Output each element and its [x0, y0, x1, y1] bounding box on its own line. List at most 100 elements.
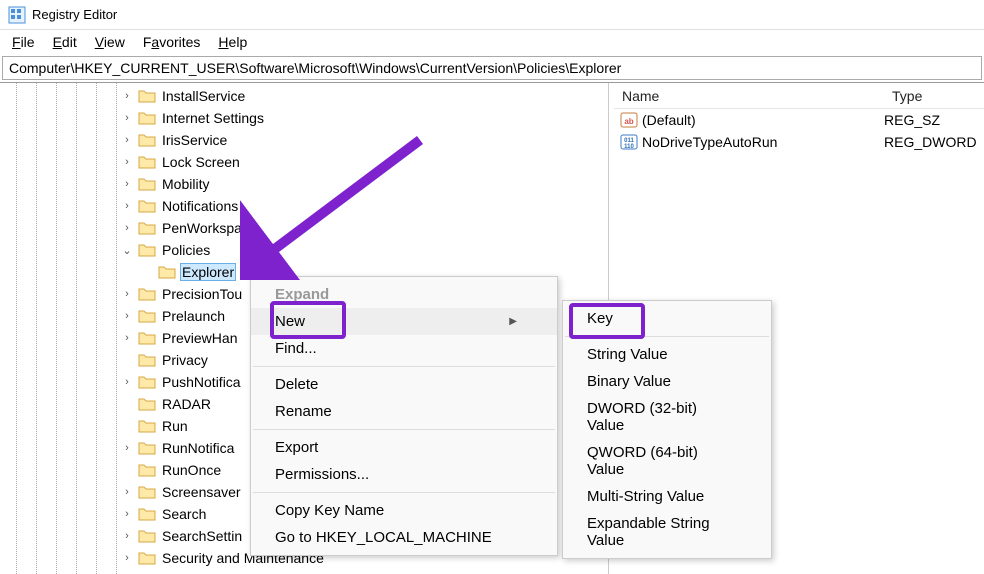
context-item-permissions[interactable]: Permissions... [251, 461, 557, 488]
menu-separator [253, 366, 555, 367]
folder-icon [138, 463, 156, 477]
tree-item[interactable]: › Lock Screen [120, 151, 608, 173]
context-submenu-new: Key String Value Binary Value DWORD (32-bit… [562, 300, 772, 559]
folder-icon [138, 243, 156, 257]
value-name: NoDriveTypeAutoRun [642, 134, 777, 150]
chevron-right-icon[interactable]: › [120, 332, 134, 344]
tree-item-label: Search [160, 506, 208, 522]
col-type[interactable]: Type [884, 85, 984, 107]
context-item-copy-key-name[interactable]: Copy Key Name [251, 497, 557, 524]
folder-icon [138, 331, 156, 345]
tree-item-label: Run [160, 418, 190, 434]
tree-item-label: SearchSettin [160, 528, 244, 544]
tree-item-label: IrisService [160, 132, 229, 148]
tree-item-label: PreviewHan [160, 330, 239, 346]
folder-icon [138, 397, 156, 411]
submenu-item-multi-string-value[interactable]: Multi-String Value [563, 483, 771, 510]
menu-file[interactable]: File [4, 32, 43, 52]
menu-view[interactable]: View [87, 32, 133, 52]
svg-text:ab: ab [624, 117, 633, 126]
col-name[interactable]: Name [614, 85, 884, 107]
app-icon [8, 6, 26, 24]
context-item-find[interactable]: Find... [251, 335, 557, 362]
address-text: Computer\HKEY_CURRENT_USER\Software\Micr… [9, 60, 621, 76]
chevron-down-icon[interactable]: ⌄ [120, 244, 134, 257]
chevron-right-icon[interactable]: › [120, 310, 134, 322]
svg-text:110: 110 [624, 144, 634, 150]
context-item-expand: Expand [251, 281, 557, 308]
tree-item-label: Explorer [180, 263, 236, 281]
folder-icon [138, 133, 156, 147]
submenu-item-qword-bit-value[interactable]: QWORD (64-bit) Value [563, 439, 771, 483]
chevron-right-icon[interactable]: › [120, 552, 134, 564]
folder-icon [138, 199, 156, 213]
chevron-right-icon[interactable]: › [120, 156, 134, 168]
folder-icon [138, 111, 156, 125]
submenu-item-binary-value[interactable]: Binary Value [563, 368, 771, 395]
submenu-item-string-value[interactable]: String Value [563, 341, 771, 368]
tree-item[interactable]: › Internet Settings [120, 107, 608, 129]
folder-icon [138, 287, 156, 301]
menu-edit[interactable]: Edit [45, 32, 85, 52]
chevron-right-icon[interactable]: › [120, 508, 134, 520]
tree-item[interactable]: ›InstallService [120, 85, 608, 107]
chevron-right-icon[interactable]: › [120, 200, 134, 212]
chevron-right-icon[interactable]: › [120, 288, 134, 300]
tree-item[interactable]: ⌄ Policies [120, 239, 608, 261]
list-row[interactable]: ab(Default)REG_SZ [614, 109, 984, 131]
context-item-new[interactable]: New▶ [251, 308, 557, 335]
chevron-right-icon[interactable]: › [120, 222, 134, 234]
tree-item-label: Internet Settings [160, 110, 266, 126]
folder-icon [158, 265, 176, 279]
folder-icon [138, 309, 156, 323]
folder-icon [138, 507, 156, 521]
chevron-right-icon[interactable]: › [120, 530, 134, 542]
address-bar[interactable]: Computer\HKEY_CURRENT_USER\Software\Micr… [2, 56, 982, 80]
folder-icon [138, 221, 156, 235]
folder-icon [138, 485, 156, 499]
tree-item-label: Mobility [160, 176, 211, 192]
tree-item[interactable]: › PenWorkspace [120, 217, 608, 239]
tree-item[interactable]: › Mobility [120, 173, 608, 195]
context-item-go-to-hkey-local-machine[interactable]: Go to HKEY_LOCAL_MACHINE [251, 524, 557, 551]
context-menu: ExpandNew▶Find... Delete Rename Export Permi… [250, 276, 558, 556]
list-row[interactable]: 011110NoDriveTypeAutoRunREG_DWORD [614, 131, 984, 153]
context-item-label: Rename [275, 403, 332, 420]
chevron-right-icon[interactable]: › [120, 112, 134, 124]
chevron-right-icon[interactable]: › [120, 178, 134, 190]
tree-item-label: PushNotifica [160, 374, 243, 390]
menubar: File Edit View Favorites Help [0, 30, 984, 54]
menu-separator [253, 429, 555, 430]
tree-item-label: Privacy [160, 352, 210, 368]
menu-favorites[interactable]: Favorites [135, 32, 209, 52]
tree-item-label: PrecisionTou [160, 286, 244, 302]
context-item-label: Copy Key Name [275, 502, 384, 519]
context-item-label: Export [275, 439, 318, 456]
tree-item-label: RunNotifica [160, 440, 236, 456]
folder-icon [138, 155, 156, 169]
list-header: Name Type [614, 83, 984, 109]
submenu-item-expandable-string-value[interactable]: Expandable String Value [563, 510, 771, 554]
chevron-right-icon[interactable]: › [120, 90, 134, 102]
submenu-item-label: Binary Value [587, 373, 671, 390]
tree-item-label: Policies [160, 242, 212, 258]
menu-help[interactable]: Help [210, 32, 255, 52]
tree-item-label: Lock Screen [160, 154, 242, 170]
tree-item[interactable]: › Notifications [120, 195, 608, 217]
tree-item-label: RADAR [160, 396, 213, 412]
context-item-export[interactable]: Export [251, 434, 557, 461]
tree-item-label: Notifications [160, 198, 240, 214]
submenu-item-dword-bit-value[interactable]: DWORD (32-bit) Value [563, 395, 771, 439]
submenu-item-key[interactable]: Key [563, 305, 771, 332]
chevron-right-icon[interactable]: › [120, 486, 134, 498]
folder-icon [138, 529, 156, 543]
chevron-right-icon[interactable]: › [120, 134, 134, 146]
tree-item-label: RunOnce [160, 462, 223, 478]
chevron-right-icon[interactable]: › [120, 442, 134, 454]
chevron-right-icon[interactable]: › [120, 376, 134, 388]
tree-item-label: PenWorkspace [160, 220, 259, 236]
dword-value-icon: 011110 [620, 133, 638, 151]
context-item-rename[interactable]: Rename [251, 398, 557, 425]
context-item-delete[interactable]: Delete [251, 371, 557, 398]
tree-item[interactable]: › IrisService [120, 129, 608, 151]
